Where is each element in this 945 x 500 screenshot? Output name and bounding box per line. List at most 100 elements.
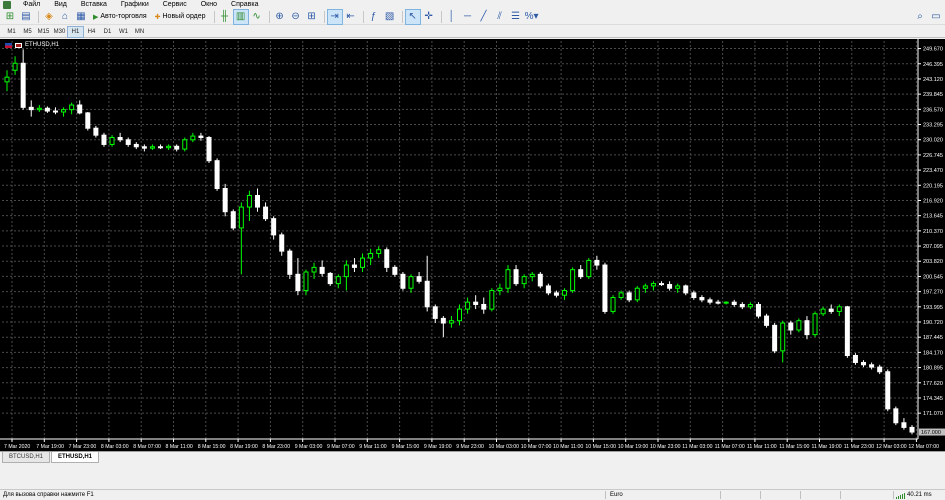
menu-window[interactable]: Окно [194, 0, 224, 9]
price-tick-label: 193.995 [923, 305, 943, 311]
timeframe-m5[interactable]: M5 [20, 27, 35, 37]
chart-shift-icon[interactable]: ⇤ [344, 10, 358, 24]
candle-body [909, 426, 915, 433]
templates-icon[interactable]: ▧ [383, 10, 397, 24]
status-profile[interactable]: Euro [610, 490, 623, 500]
chart-window[interactable]: 249.670 246.395 243.120 239.845 236.570 233.2… [0, 39, 945, 451]
chat-icon[interactable]: ▭ [929, 10, 943, 24]
menu-charts[interactable]: Графики [114, 0, 156, 9]
candle-body [481, 303, 487, 310]
horizontal-line-icon[interactable]: ─ [461, 10, 475, 24]
autotrading-button[interactable]: ▶ Авто-торговля [90, 10, 150, 24]
timeframe-d1[interactable]: D1 [100, 27, 115, 37]
candle-body [319, 266, 325, 274]
chart-tab[interactable]: BTCUSD,H1 [2, 452, 51, 463]
standard-toolbar: ⊞ ▤ ◈ ⌂ ▦ ▶ Авто-торговля ✚ Новый ордер … [0, 8, 945, 25]
market-watch-icon[interactable]: ◈ [42, 10, 56, 24]
terminal-window: Файл Вид Вставка Графики Сервис Окно Спр… [0, 0, 945, 500]
price-tick-label: 177.620 [923, 381, 943, 387]
navigator-icon[interactable]: ⌂ [58, 10, 72, 24]
candle-body [448, 320, 454, 324]
toolbar-separator [268, 10, 270, 23]
fibonacci-icon[interactable]: ☰ [509, 10, 523, 24]
price-tick-label: 230.020 [923, 138, 943, 144]
candle-body [69, 104, 75, 111]
status-help-text: Для вызова справки нажмите F1 [3, 492, 94, 498]
menu-help[interactable]: Справка [224, 0, 265, 9]
candle-body [594, 259, 600, 266]
candle-body [222, 188, 228, 213]
status-divider [893, 491, 894, 499]
candle-body [836, 306, 842, 312]
timeframe-h4[interactable]: H4 [84, 27, 99, 37]
new-order-icon: ✚ [154, 13, 161, 21]
candle-body [586, 259, 592, 278]
time-tick-label: 11 Mar 19:00 [812, 444, 842, 450]
price-tick-label: 180.895 [923, 366, 943, 372]
bar-chart-icon[interactable]: ╫ [218, 10, 232, 24]
candle-body [699, 297, 705, 301]
candle-body [166, 145, 172, 149]
menu-tools[interactable]: Сервис [156, 0, 194, 9]
status-divider [720, 491, 721, 499]
candle-body [343, 264, 349, 278]
candle-body [36, 107, 42, 111]
candle-body [715, 301, 721, 304]
price-tick-label: 236.570 [923, 107, 943, 113]
price-tick-label: 203.820 [923, 259, 943, 265]
cursor-icon[interactable]: ↖ [404, 8, 421, 25]
candle-body [384, 249, 390, 268]
connection-bars-icon [896, 492, 905, 499]
chart-tab[interactable]: ETHUSD,H1 [51, 452, 100, 463]
zoom-in-icon[interactable]: ⊕ [273, 10, 287, 24]
candle-body [570, 269, 576, 292]
connection-status[interactable]: 40.21 ms [896, 490, 932, 500]
text-tool-icon[interactable]: %▾ [525, 10, 539, 24]
candlestick-chart[interactable]: 249.670 246.395 243.120 239.845 236.570 233.2… [0, 39, 945, 451]
indicators-icon[interactable]: ƒ [367, 10, 381, 24]
candle-body [20, 62, 26, 108]
menu-view[interactable]: Вид [47, 0, 74, 9]
candle-body [271, 218, 277, 236]
candle-body [618, 292, 624, 299]
new-order-button[interactable]: ✚ Новый ордер [152, 10, 209, 24]
current-price-label: 167.000 [921, 430, 941, 436]
candle-body [650, 283, 656, 287]
candle-body [400, 273, 406, 289]
candle-body [772, 324, 778, 352]
time-tick-label: 11 Mar 07:00 [715, 444, 745, 450]
line-chart-icon[interactable]: ∿ [250, 10, 264, 24]
new-chart-icon[interactable]: ⊞ [3, 10, 17, 24]
candle-body [505, 269, 511, 289]
search-icon[interactable]: ⌕ [913, 10, 927, 24]
price-tick-label: 249.670 [923, 47, 943, 53]
candle-body [368, 252, 374, 259]
toolbar-separator [213, 10, 215, 23]
candle-body [739, 303, 745, 308]
timeframe-h1[interactable]: H1 [67, 25, 84, 38]
zoom-out-icon[interactable]: ⊖ [289, 10, 303, 24]
candle-body [877, 366, 883, 373]
auto-scroll-icon[interactable]: ⇥ [326, 8, 343, 25]
time-tick-label: 8 Mar 15:00 [198, 444, 226, 450]
candle-body [141, 146, 147, 149]
menu-insert[interactable]: Вставка [74, 0, 114, 9]
trend-line-icon[interactable]: ╱ [477, 10, 491, 24]
profiles-icon[interactable]: ▤ [19, 10, 33, 24]
candle-body [812, 313, 818, 336]
timeframe-w1[interactable]: W1 [116, 27, 131, 37]
tile-windows-icon[interactable]: ⊞ [305, 10, 319, 24]
time-tick-label: 10 Mar 03:00 [489, 444, 520, 450]
vertical-line-icon[interactable]: │ [445, 10, 459, 24]
crosshair-icon[interactable]: ✛ [422, 10, 436, 24]
timeframe-m15[interactable]: M15 [36, 27, 51, 37]
timeframe-m30[interactable]: M30 [52, 27, 67, 37]
terminal-icon[interactable]: ▦ [74, 10, 88, 24]
candle-body [174, 145, 180, 150]
menu-file[interactable]: Файл [16, 0, 47, 9]
timeframe-mn[interactable]: MN [132, 27, 147, 37]
timeframe-m1[interactable]: M1 [4, 27, 19, 37]
candlestick-icon[interactable]: ▥ [232, 8, 249, 25]
channel-icon[interactable]: ⫽ [493, 10, 507, 24]
time-tick-label: 8 Mar 03:00 [101, 444, 129, 450]
